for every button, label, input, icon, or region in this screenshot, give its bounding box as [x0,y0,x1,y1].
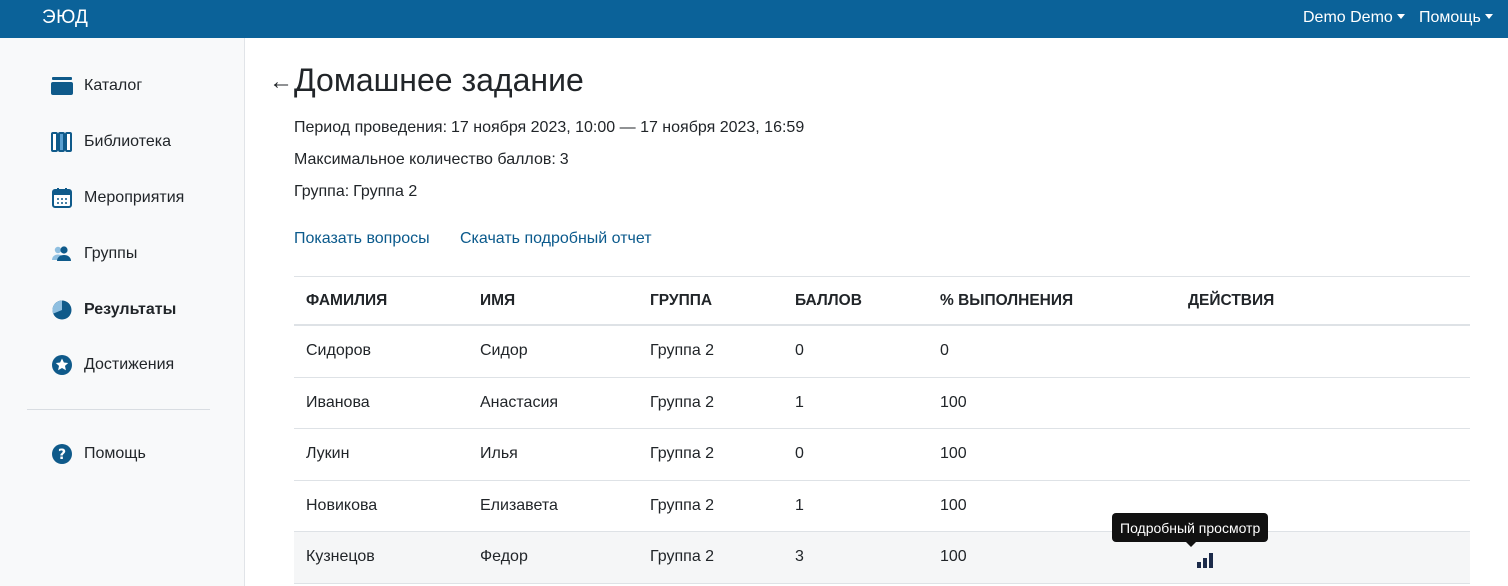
sidebar-item-catalog[interactable]: Каталог [50,72,142,100]
cell-score: 1 [795,496,804,514]
user-menu-label: Demo Demo [1303,9,1393,26]
pie-chart-icon [50,298,74,322]
period-info: Период проведения: 17 ноября 2023, 10:00 … [294,119,804,137]
column-header-actions: Действия [1188,291,1275,309]
chevron-down-icon [1396,14,1405,19]
max-score-label: Максимальное количество баллов: [294,151,556,168]
bar-chart-icon[interactable] [1195,548,1215,568]
table-header-row: Фамилия Имя Группа Баллов % выполнения Д… [294,277,1470,326]
results-table: Фамилия Имя Группа Баллов % выполнения Д… [294,276,1470,584]
cell-last-name: Лукин [306,445,350,463]
cell-last-name: Иванова [306,393,370,411]
cell-completion: 100 [940,496,967,514]
cell-first-name: Илья [480,445,518,463]
app-logo[interactable]: ЭЮД [42,7,88,29]
cell-first-name: Анастасия [480,393,559,411]
cell-completion: 100 [940,445,967,463]
table-row: Кузнецов Федор Группа 2 3 100 [294,532,1470,584]
cell-group: Группа 2 [650,445,715,463]
sidebar-item-label: Мероприятия [84,189,185,206]
sidebar-item-label: Помощь [84,445,146,462]
calendar-icon [50,186,74,210]
cell-group: Группа 2 [650,393,715,411]
page-title: Домашнее задание [294,62,584,98]
max-score-info: Максимальное количество баллов: 3 [294,151,569,169]
column-header-last-name[interactable]: Фамилия [306,277,387,324]
back-arrow-icon[interactable]: ← [269,68,293,96]
user-menu-dropdown[interactable]: Demo Demo [1303,9,1405,27]
sidebar-item-results[interactable]: Результаты [50,296,176,324]
max-score-value: 3 [559,151,569,168]
sidebar-item-help[interactable]: ? Помощь [50,440,146,468]
library-icon [50,130,74,154]
sidebar-item-groups[interactable]: Группы [50,240,137,268]
question-icon: ? [50,442,74,466]
svg-text:?: ? [58,447,66,463]
cell-completion: 100 [940,548,967,566]
period-value: 17 ноября 2023, 10:00 — 17 ноября 2023, … [451,119,805,136]
sidebar-item-label: Группы [84,245,138,262]
sidebar-item-label: Результаты [84,301,177,318]
sidebar-item-label: Библиотека [84,133,171,150]
star-badge-icon [50,353,74,377]
sidebar-item-events[interactable]: Мероприятия [50,184,184,212]
cell-first-name: Сидор [480,342,528,360]
group-value: Группа 2 [353,183,418,200]
sidebar: Каталог Библиотека Мероприятия Группы Ре… [0,38,245,586]
cell-score: 0 [795,445,804,463]
table-row: Лукин Илья Группа 2 0 100 [294,429,1470,481]
cell-last-name: Кузнецов [306,548,375,566]
sidebar-item-label: Каталог [84,77,143,94]
column-header-first-name[interactable]: Имя [480,277,515,324]
tooltip-arrow [1186,542,1196,547]
group-info: Группа: Группа 2 [294,183,417,201]
cell-score: 1 [795,393,804,411]
cell-last-name: Сидоров [306,342,372,360]
download-report-link[interactable]: Скачать подробный отчет [460,230,652,248]
cell-group: Группа 2 [650,548,715,566]
help-menu-label: Помощь [1419,9,1481,26]
period-label: Период проведения: [294,119,448,136]
group-label: Группа: [294,183,350,200]
cell-first-name: Федор [480,548,528,566]
users-icon [50,242,74,266]
cell-first-name: Елизавета [480,496,558,514]
cell-completion: 100 [940,393,967,411]
cell-group: Группа 2 [650,342,715,360]
help-menu-dropdown[interactable]: Помощь [1419,9,1493,27]
table-row: Иванова Анастасия Группа 2 1 100 [294,378,1470,429]
cell-score: 0 [795,342,804,360]
catalog-icon [50,74,74,98]
sidebar-item-label: Достижения [84,356,175,373]
table-row: Сидоров Сидор Группа 2 0 0 [294,326,1470,378]
sidebar-divider [27,409,210,410]
column-header-group[interactable]: Группа [650,277,712,324]
table-row: Новикова Елизавета Группа 2 1 100 [294,481,1470,532]
tooltip: Подробный просмотр [1112,513,1269,542]
main-content: ← Домашнее задание Период проведения: 17 … [245,38,1508,586]
cell-completion: 0 [940,342,949,360]
sidebar-item-achievements[interactable]: Достижения [50,351,174,379]
top-navbar: ЭЮД Demo Demo Помощь [0,0,1508,38]
cell-score: 3 [795,548,804,566]
cell-group: Группа 2 [650,496,715,514]
chevron-down-icon [1484,14,1493,19]
cell-last-name: Новикова [306,496,378,514]
column-header-score[interactable]: Баллов [795,277,862,324]
show-questions-link[interactable]: Показать вопросы [294,230,430,248]
sidebar-item-library[interactable]: Библиотека [50,128,171,156]
column-header-completion[interactable]: % выполнения [940,277,1073,324]
